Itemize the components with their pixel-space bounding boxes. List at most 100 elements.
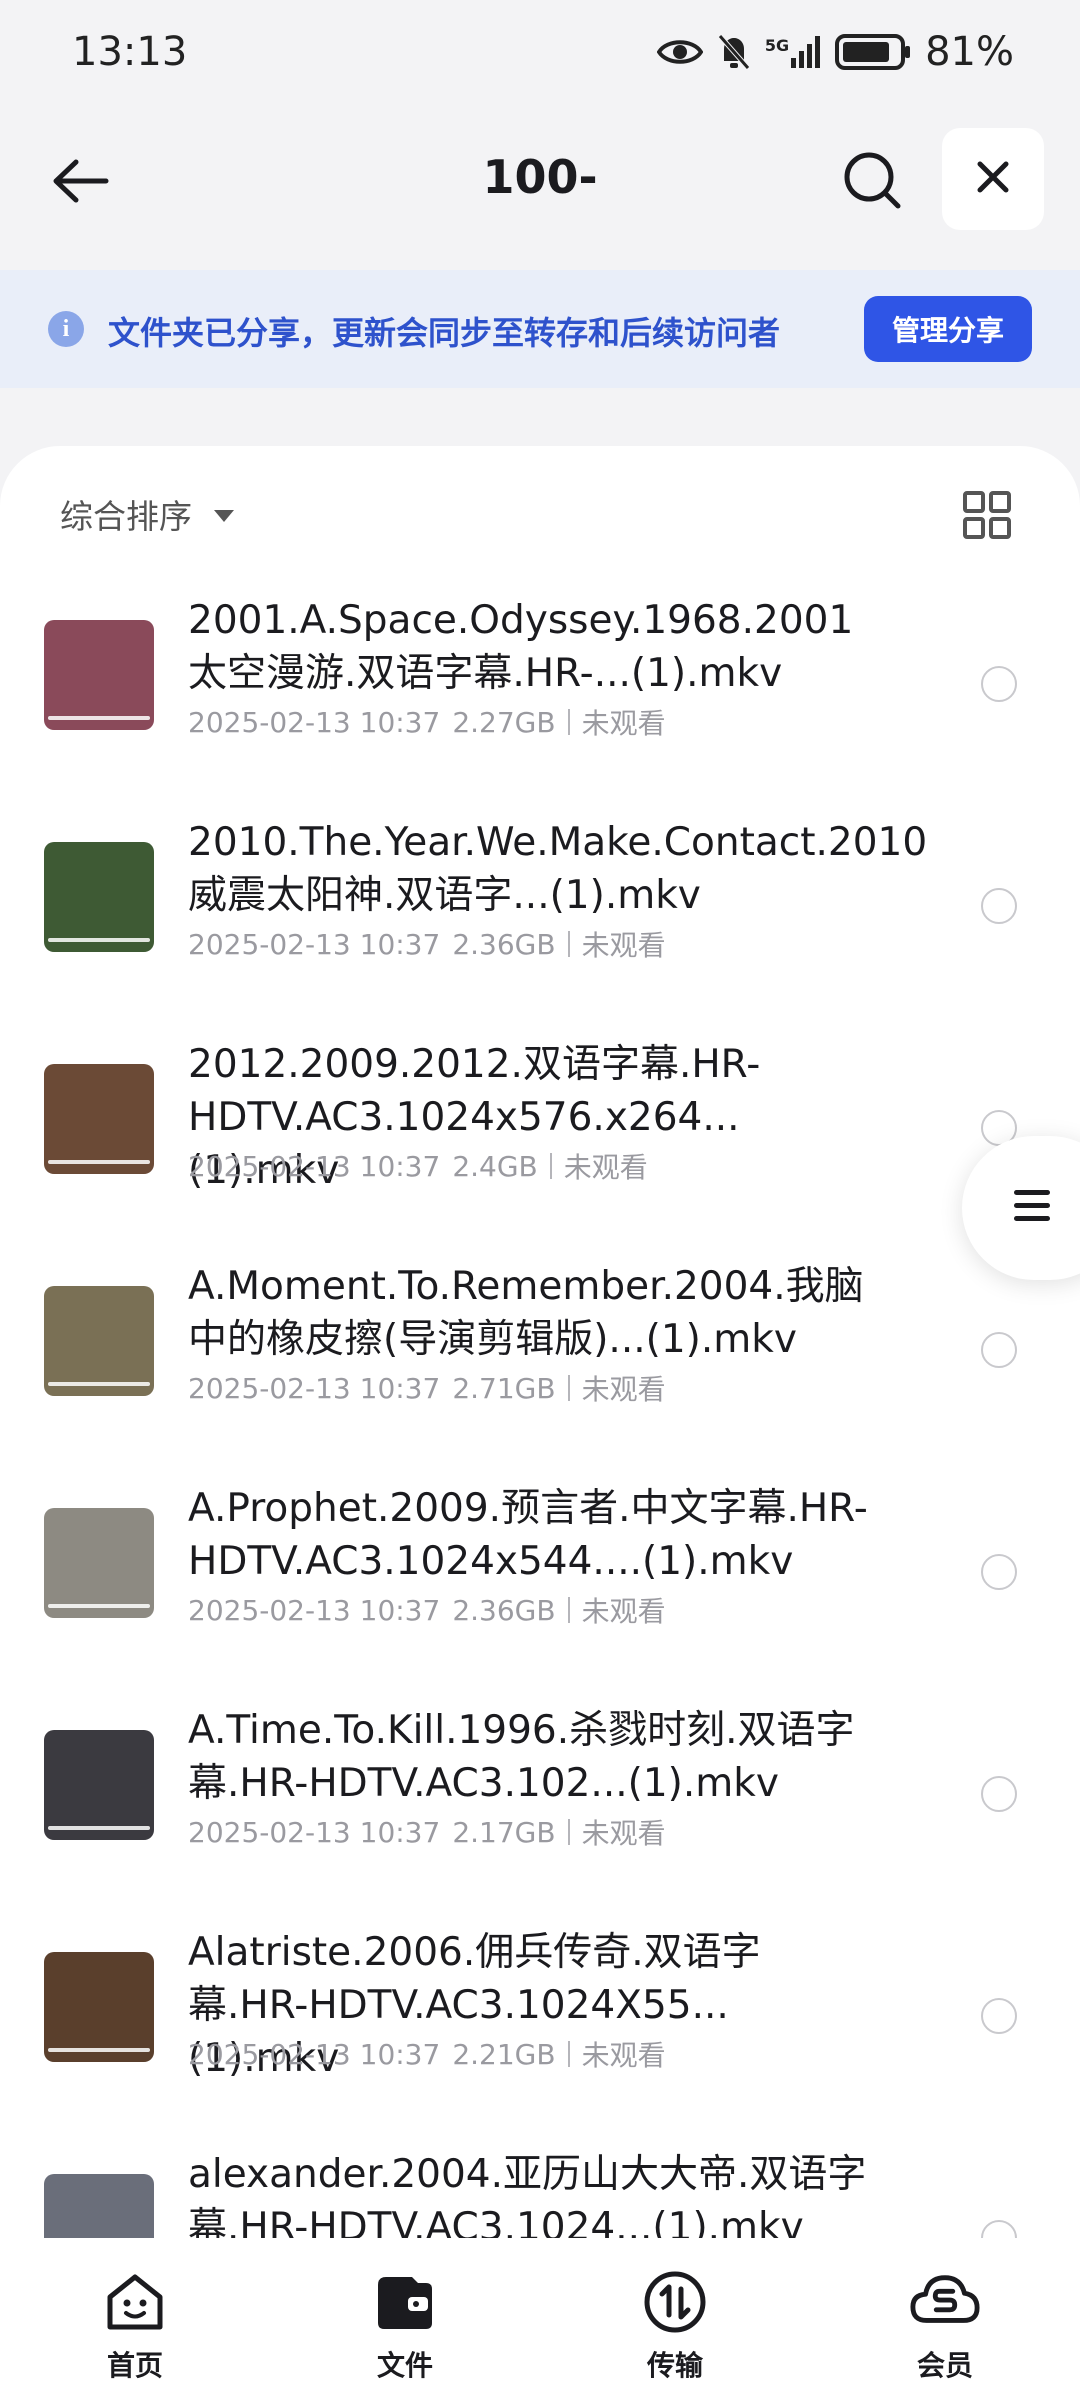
top-bar: 100- (0, 104, 1080, 268)
caret-down-icon (214, 510, 234, 522)
close-button[interactable] (942, 128, 1044, 230)
battery-icon (835, 34, 911, 70)
nav-label: 会员 (916, 2349, 973, 2382)
file-size: 2.4GB (452, 1149, 538, 1183)
bottom-nav: 首页 文件 传输 会员 (0, 2238, 1080, 2400)
file-date: 2025-02-13 10:37 (188, 1149, 441, 1183)
file-date: 2025-02-13 10:37 (188, 927, 441, 961)
wallet-folder-icon (369, 2266, 441, 2338)
meta-divider (567, 1597, 570, 1623)
watch-status: 未观看 (581, 1373, 666, 1406)
sort-label: 综合排序 (60, 497, 192, 536)
sort-dropdown[interactable]: 综合排序 (60, 490, 234, 538)
file-date: 2025-02-13 10:37 (188, 1371, 441, 1405)
watch-status: 未观看 (581, 707, 666, 740)
file-row[interactable]: 2010.The.Year.We.Make.Contact.2010威震太阳神.… (0, 816, 1080, 1038)
select-radio[interactable] (981, 1554, 1017, 1590)
file-row[interactable]: A.Moment.To.Remember.2004.我脑中的橡皮擦(导演剪辑版)… (0, 1260, 1080, 1482)
file-list: 2001.A.Space.Odyssey.1968.2001太空漫游.双语字幕.… (0, 594, 1080, 2246)
banner-text: 文件夹已分享，更新会同步至转存和后续访问者 (108, 314, 781, 352)
video-thumbnail (44, 2174, 154, 2246)
transfer-icon (639, 2266, 711, 2338)
select-radio[interactable] (981, 888, 1017, 924)
select-radio[interactable] (981, 666, 1017, 702)
file-size: 2.71GB (452, 1371, 556, 1405)
info-icon: i (48, 311, 84, 347)
nav-label: 传输 (646, 2349, 703, 2382)
nav-item-home[interactable]: 首页 (35, 2238, 235, 2400)
file-row[interactable]: 2012.2009.2012.双语字幕.HR-HDTV.AC3.1024x576… (0, 1038, 1080, 1260)
file-row[interactable]: Alatriste.2006.佣兵传奇.双语字幕.HR-HDTV.AC3.102… (0, 1926, 1080, 2148)
file-name: A.Time.To.Kill.1996.杀戮时刻.双语字幕.HR-HDTV.AC… (188, 1708, 855, 1806)
file-row[interactable]: 2001.A.Space.Odyssey.1968.2001太空漫游.双语字幕.… (0, 594, 1080, 816)
file-name: alexander.2004.亚历山大大帝.双语字幕.HR-HDTV.AC3.1… (188, 2152, 867, 2246)
nav-item-vip[interactable]: 会员 (845, 2238, 1045, 2400)
watch-status: 未观看 (581, 929, 666, 962)
watch-status: 未观看 (581, 1595, 666, 1628)
video-thumbnail (44, 1952, 154, 2062)
file-list-card: 综合排序 2001.A.Space.Odyssey.1968.2001太空漫游.… (0, 446, 1080, 2246)
menu-icon (1014, 1190, 1050, 1229)
file-meta: 2025-02-13 10:37 2.4GB 未观看 (188, 1146, 648, 1186)
file-size: 2.17GB (452, 1815, 556, 1849)
video-thumbnail (44, 1286, 154, 1396)
watch-status: 未观看 (563, 1151, 648, 1184)
file-meta: 2025-02-13 10:37 2.27GB 未观看 (188, 702, 666, 742)
file-size: 2.36GB (452, 1593, 556, 1627)
file-row[interactable]: A.Prophet.2009.预言者.中文字幕.HR-HDTV.AC3.1024… (0, 1482, 1080, 1704)
file-size: 2.36GB (452, 927, 556, 961)
select-radio[interactable] (981, 1332, 1017, 1368)
meta-divider (567, 1375, 570, 1401)
file-meta: 2025-02-13 10:37 2.36GB 未观看 (188, 924, 666, 964)
file-name: A.Prophet.2009.预言者.中文字幕.HR-HDTV.AC3.1024… (188, 1486, 868, 1584)
battery-level: 81% (925, 29, 1014, 75)
file-date: 2025-02-13 10:37 (188, 2037, 441, 2071)
grid-view-icon (962, 491, 1012, 544)
share-info-banner: i 文件夹已分享，更新会同步至转存和后续访问者 管理分享 (0, 270, 1080, 388)
file-row[interactable]: A.Time.To.Kill.1996.杀戮时刻.双语字幕.HR-HDTV.AC… (0, 1704, 1080, 1926)
close-icon (976, 160, 1010, 198)
watch-status: 未观看 (581, 2039, 666, 2072)
nav-item-files[interactable]: 文件 (305, 2238, 505, 2400)
nav-item-transfer[interactable]: 传输 (575, 2238, 775, 2400)
file-size: 2.21GB (452, 2037, 556, 2071)
manage-share-button[interactable]: 管理分享 (864, 296, 1032, 362)
page-title: 100- (482, 150, 598, 204)
nav-label: 首页 (106, 2349, 163, 2382)
grid-view-button[interactable] (962, 490, 1012, 540)
meta-divider (567, 709, 570, 735)
eye-icon (656, 37, 703, 67)
status-time: 13:13 (72, 29, 188, 75)
meta-divider (567, 2041, 570, 2067)
select-radio[interactable] (981, 1998, 1017, 2034)
watch-status: 未观看 (581, 1817, 666, 1850)
meta-divider (567, 1819, 570, 1845)
search-icon (841, 149, 903, 215)
file-meta: 2025-02-13 10:37 2.71GB 未观看 (188, 1368, 666, 1408)
meta-divider (567, 931, 570, 957)
video-thumbnail (44, 842, 154, 952)
select-radio[interactable] (981, 1776, 1017, 1812)
vip-cloud-icon (909, 2266, 981, 2338)
video-thumbnail (44, 1730, 154, 1840)
video-thumbnail (44, 620, 154, 730)
network-type: 5G (764, 36, 790, 55)
nav-label: 文件 (376, 2349, 433, 2382)
file-name: A.Moment.To.Remember.2004.我脑中的橡皮擦(导演剪辑版)… (188, 1264, 864, 1362)
search-button[interactable] (836, 146, 908, 218)
status-icons: 5G 81% (656, 29, 1014, 75)
status-bar: 13:13 5G 81% (0, 0, 1080, 104)
file-date: 2025-02-13 10:37 (188, 1815, 441, 1849)
file-meta: 2025-02-13 10:37 2.17GB 未观看 (188, 1812, 666, 1852)
meta-divider (549, 1153, 552, 1179)
signal-icon: 5G (765, 36, 821, 68)
file-meta: 2025-02-13 10:37 2.21GB 未观看 (188, 2034, 666, 2074)
file-date: 2025-02-13 10:37 (188, 705, 441, 739)
bell-off-icon (717, 33, 751, 71)
file-name: 2010.The.Year.We.Make.Contact.2010威震太阳神.… (188, 820, 928, 918)
video-thumbnail (44, 1064, 154, 1174)
file-name: 2001.A.Space.Odyssey.1968.2001太空漫游.双语字幕.… (188, 598, 854, 696)
file-row[interactable]: alexander.2004.亚历山大大帝.双语字幕.HR-HDTV.AC3.1… (0, 2148, 1080, 2246)
file-meta: 2025-02-13 10:37 2.36GB 未观看 (188, 1590, 666, 1630)
video-thumbnail (44, 1508, 154, 1618)
